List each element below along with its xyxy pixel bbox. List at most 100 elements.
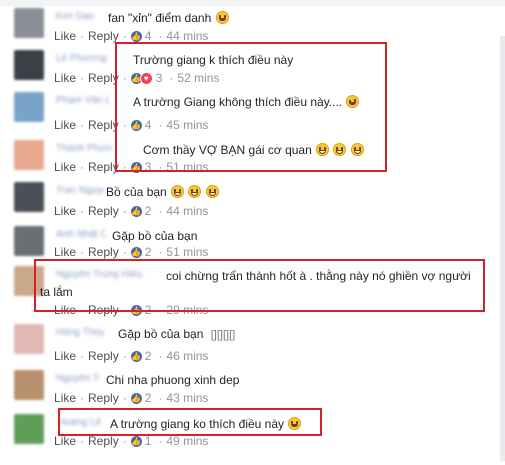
reply-button[interactable]: Reply [88,29,119,43]
thumbs-up-icon: 👍 [130,350,142,362]
separator: · [158,391,163,405]
comment-actions: Like · Reply · 👍 2 · 51 mins [54,245,208,259]
separator: · [80,391,85,405]
like-button[interactable]: Like [54,29,76,43]
avatar[interactable] [14,92,44,122]
reaction-summary[interactable]: 👍 [130,246,142,258]
comment-actions: Like · Reply · 👍 2 · 46 mins [54,349,208,363]
reaction-count: 2 [144,204,152,218]
reaction-summary[interactable]: 👍 [130,205,142,217]
separator: · [158,349,163,363]
comment-8: Hồng Thúy Gặp bồ của bạn [][][][] Like ·… [0,322,505,363]
separator: · [80,245,85,259]
like-button[interactable]: Like [54,71,76,85]
avatar[interactable] [14,182,44,212]
highlight-box-comment-7 [34,259,485,312]
comment-actions: Like · Reply · 👍 2 · 44 mins [54,204,208,218]
commenter-name[interactable]: Anh Nhật Ca Chi [56,230,106,240]
commenter-name[interactable]: Lê Phương Linh [56,54,108,64]
comment-1: Kim Dạo fan "xỉn" điểm danh Like · Reply… [0,6,505,46]
comment-6: Anh Nhật Ca Chi Gặp bồ của bạn Like · Re… [0,224,505,264]
like-button[interactable]: Like [54,434,76,448]
reaction-summary[interactable]: 👍 [130,350,142,362]
comment-text: Gặp bồ của bạn [112,229,198,243]
timestamp[interactable]: 44 mins [166,29,208,43]
comment-body: Gặp bồ của bạn [118,327,204,341]
reaction-count: 1 [144,434,152,448]
separator: · [80,204,85,218]
comment-actions: Like · Reply · 👍 4 · 44 mins [54,29,208,43]
separator: · [80,349,85,363]
commenter-name[interactable]: Thanh Phương [56,144,112,154]
separator: · [158,245,163,259]
separator: · [158,204,163,218]
unrendered-emoji: [][][][] [210,329,236,341]
separator: · [80,118,85,132]
thumbs-up-icon: 👍 [130,392,142,404]
commenter-name[interactable]: Hồng Thúy [56,328,104,338]
like-button[interactable]: Like [54,204,76,218]
comment-5: Tran Nguyen Bồ của bạn Like · Reply · 👍 … [0,180,505,220]
reaction-summary[interactable]: 👍 [130,30,142,42]
reaction-summary[interactable]: 👍 [130,435,142,447]
comment-text: Bồ của bạn [106,185,219,199]
separator: · [80,160,85,174]
avatar[interactable] [14,50,44,80]
reaction-count: 2 [144,349,152,363]
avatar[interactable] [14,370,44,400]
thumbs-up-icon: 👍 [130,435,142,447]
reply-button[interactable]: Reply [88,434,119,448]
like-button[interactable]: Like [54,118,76,132]
commenter-name[interactable]: Kim Dạo [56,12,100,22]
commenter-name[interactable]: Nguyễn Thảo [56,374,100,384]
laughing-emoji-icon [188,185,202,198]
timestamp[interactable]: 46 mins [166,349,208,363]
timestamp[interactable]: 44 mins [166,204,208,218]
avatar[interactable] [14,226,44,256]
avatar[interactable] [14,140,44,170]
separator: · [80,434,85,448]
separator: · [122,245,127,259]
comment-actions: Like · Reply · 👍 2 · 43 mins [54,391,208,405]
thumbs-up-icon: 👍 [130,30,142,42]
separator: · [122,204,127,218]
like-button[interactable]: Like [54,160,76,174]
smile-emoji-icon [215,11,229,24]
separator: · [158,434,163,448]
comment-text: Gặp bồ của bạn [][][][] [118,327,235,341]
commenter-name[interactable]: Tran Nguyen [56,186,104,196]
comment-body: Bồ của bạn [106,185,167,199]
reply-button[interactable]: Reply [88,391,119,405]
highlight-box-comments-2-4 [115,42,387,172]
avatar[interactable] [14,414,44,444]
timestamp[interactable]: 51 mins [166,245,208,259]
like-button[interactable]: Like [54,245,76,259]
reply-button[interactable]: Reply [88,245,119,259]
timestamp[interactable]: 43 mins [166,391,208,405]
like-button[interactable]: Like [54,349,76,363]
separator: · [122,349,127,363]
separator: · [158,29,163,43]
laughing-emoji-icon [171,185,185,198]
separator: · [80,29,85,43]
highlight-box-comment-10 [58,408,322,436]
thumbs-up-icon: 👍 [130,246,142,258]
reaction-count: 4 [144,29,152,43]
separator: · [122,391,127,405]
avatar[interactable] [14,8,44,38]
reaction-count: 2 [144,245,152,259]
laughing-emoji-icon [205,185,219,198]
like-button[interactable]: Like [54,391,76,405]
reaction-summary[interactable]: 👍 [130,392,142,404]
separator: · [80,71,85,85]
comment-body: fan "xỉn" điểm danh [108,11,212,25]
comment-actions: Like · Reply · 👍 1 · 49 mins [54,434,208,448]
scrollbar[interactable] [500,36,505,461]
avatar[interactable] [14,324,44,354]
comment-text: Chi nha phuong xinh dep [106,373,240,387]
reaction-count: 2 [144,391,152,405]
reply-button[interactable]: Reply [88,349,119,363]
reply-button[interactable]: Reply [88,204,119,218]
commenter-name[interactable]: Phạm Văn Long [56,96,110,106]
timestamp[interactable]: 49 mins [166,434,208,448]
